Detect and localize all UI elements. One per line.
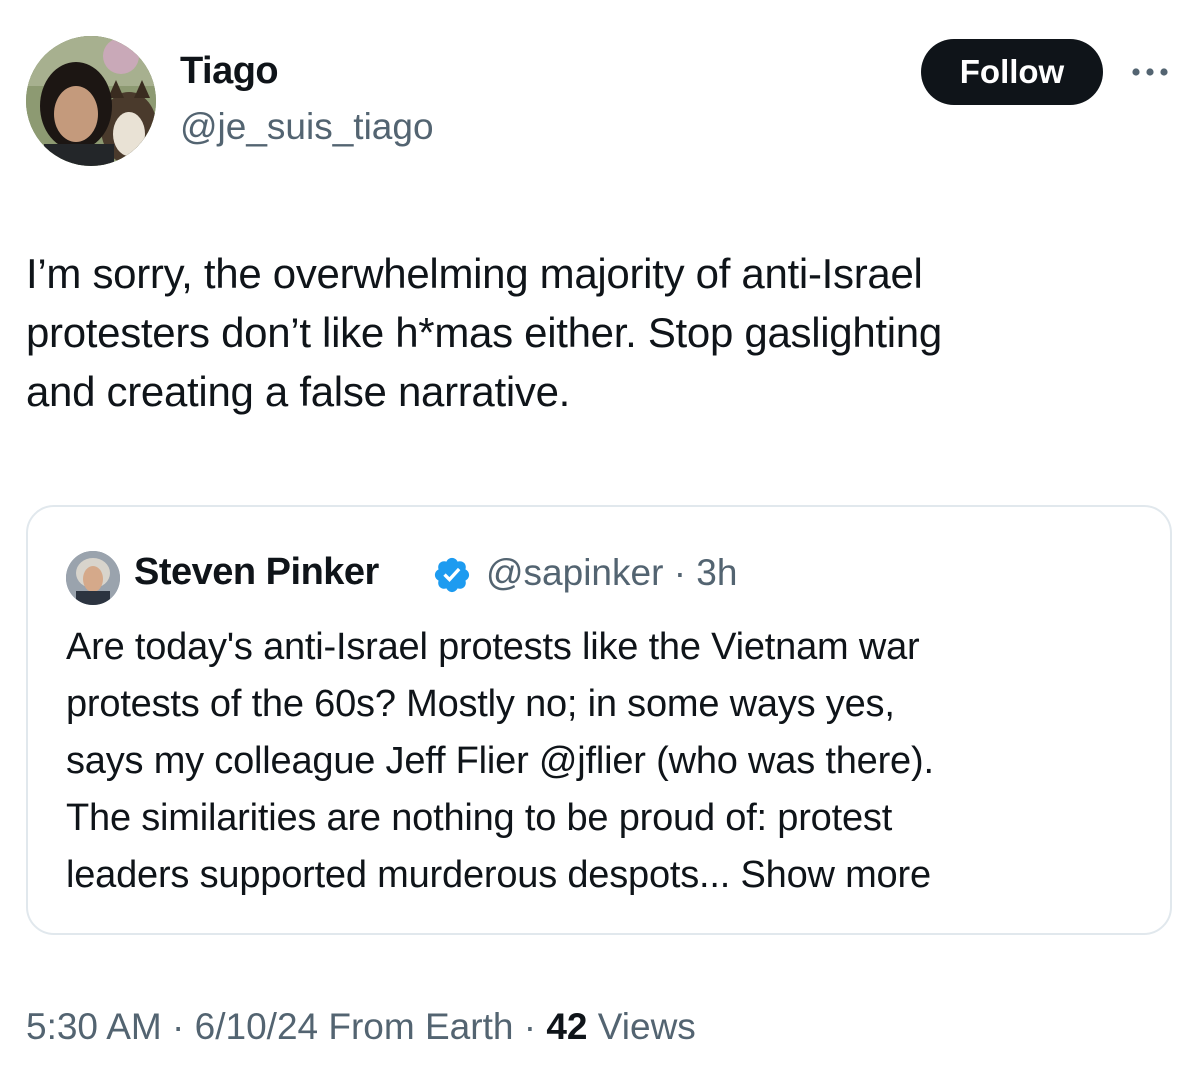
tweet-meta: 5:30 AM · 6/10/24 From Earth · 42 Views bbox=[26, 1006, 696, 1048]
views-count[interactable]: 42 bbox=[546, 1006, 587, 1047]
quote-author-avatar[interactable] bbox=[66, 551, 120, 605]
show-more-link[interactable]: Show more bbox=[740, 854, 931, 896]
tweet-text-line: protesters don’t like h*mas either. Stop… bbox=[26, 309, 942, 356]
author-name[interactable]: Tiago bbox=[180, 50, 279, 93]
quote-text-line: protests of the 60s? Mostly no; in some … bbox=[66, 683, 895, 725]
quote-text-line: leaders supported murderous despots... bbox=[66, 854, 731, 896]
views-label: Views bbox=[587, 1006, 696, 1047]
quote-text-line: Are today's anti-Israel protests like th… bbox=[66, 626, 920, 668]
tweet-source: From Earth bbox=[318, 1006, 514, 1047]
verified-badge-icon bbox=[432, 555, 472, 595]
author-handle[interactable]: @je_suis_tiago bbox=[180, 106, 434, 148]
quote-author-handle-time[interactable]: @sapinker · 3h bbox=[486, 552, 737, 594]
author-avatar[interactable] bbox=[26, 36, 156, 166]
quote-text-line: says my colleague Jeff Flier @jflier (wh… bbox=[66, 740, 934, 782]
quote-avatar-image bbox=[66, 551, 120, 605]
more-dots-icon[interactable] bbox=[1130, 58, 1170, 86]
quote-text: Are today's anti-Israel protests like th… bbox=[66, 619, 1156, 904]
quote-author-name[interactable]: Steven Pinker bbox=[134, 551, 379, 594]
tweet-text-line: I’m sorry, the overwhelming majority of … bbox=[26, 250, 923, 297]
avatar-image bbox=[26, 36, 156, 166]
meta-separator: · bbox=[513, 1006, 547, 1047]
quote-text-line: The similarities are nothing to be proud… bbox=[66, 797, 893, 839]
tweet: Tiago @je_suis_tiago Follow I’m sorry, t… bbox=[0, 0, 1200, 1078]
meta-separator: · bbox=[161, 1006, 195, 1047]
tweet-text: I’m sorry, the overwhelming majority of … bbox=[26, 244, 1176, 421]
follow-button[interactable]: Follow bbox=[921, 39, 1103, 105]
quoted-tweet-card[interactable]: Steven Pinker @sapinker · 3h Are today's… bbox=[26, 505, 1172, 935]
quote-text-last-line: leaders supported murderous despots... S… bbox=[66, 847, 1156, 904]
tweet-text-line: and creating a false narrative. bbox=[26, 368, 571, 415]
tweet-date[interactable]: 6/10/24 bbox=[195, 1006, 318, 1047]
tweet-time[interactable]: 5:30 AM bbox=[26, 1006, 162, 1047]
